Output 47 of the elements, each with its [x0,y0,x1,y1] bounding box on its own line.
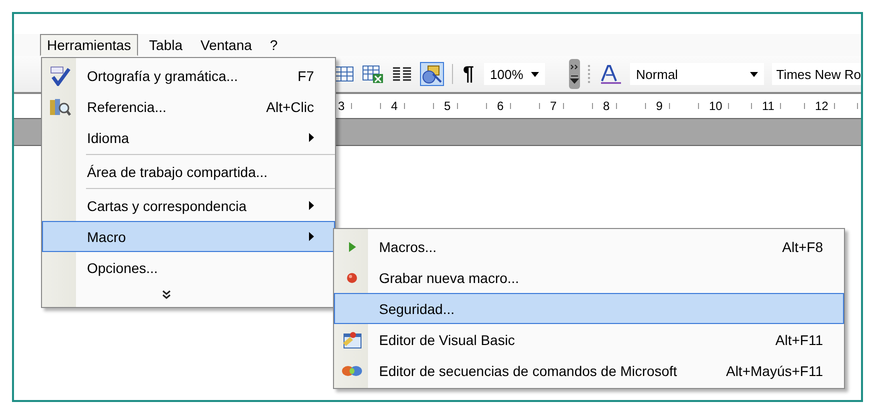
menu-item[interactable]: Editor de secuencias de comandos de Microsoft Alt+Mayús+F11 [334,355,844,386]
ruler-number: 6 [497,99,504,113]
ruler-number: 5 [444,99,451,113]
menu-item[interactable]: Opciones... [42,252,335,283]
styles-icon [600,64,622,84]
record-icon [345,270,359,284]
ruler-number: 7 [550,99,557,113]
ruler-number: 4 [391,99,398,113]
toolbar-options-button[interactable] [569,59,580,89]
dropdown-arrow-icon [750,72,758,76]
menu-item[interactable]: Área de trabajo compartida... [42,156,335,187]
menu-item[interactable]: Seguridad... [334,293,844,324]
menu-item[interactable]: Cartas y correspondencia [42,190,335,221]
spreadsheet-icon [362,64,384,84]
style-combo[interactable]: Normal [630,63,764,85]
font-combo[interactable]: Times New Ro [772,63,861,85]
menu-bar-item[interactable]: Tabla [142,34,190,56]
drawing-toolbar-button[interactable] [420,62,444,86]
menu-bar-item[interactable]: ? [262,34,285,56]
spelling-check-icon [49,66,71,86]
menu-item[interactable]: Grabar nueva macro... [334,262,844,293]
ruler-number: 10 [709,99,722,113]
shapes-icon [421,64,443,84]
menu-item[interactable]: Idioma [42,122,335,153]
menu-item[interactable]: Macros... Alt+F8 [334,231,844,262]
menu-item[interactable]: Referencia... Alt+Clic [42,91,335,122]
ruler-number: 3 [338,99,345,113]
ruler-number: 8 [603,99,610,113]
menu-bar-item[interactable]: Ventana [194,34,259,56]
chevrons-icon [570,63,580,85]
menu-item[interactable]: Editor de Visual Basic Alt+F11 [334,324,844,355]
ruler-number: 11 [762,99,774,113]
editor-window-icon [341,330,363,350]
zoom-combo[interactable]: 100% [484,63,546,85]
books-magnifier-icon [49,96,71,116]
menu-bar-item[interactable]: Herramientas [40,34,138,56]
menu-item[interactable]: Ortografía y gramática... F7 [42,60,335,91]
ruler-number: 9 [656,99,663,113]
menu-item[interactable]: Macro [42,221,335,252]
columns-icon [392,65,412,83]
zoom-value: 100% [490,66,524,82]
dropdown-arrow-icon [531,72,540,76]
font-value: Times New Ro [776,66,861,82]
style-value: Normal [636,66,678,82]
ruler-number: 12 [815,99,828,113]
expand-chevron-icon [162,290,171,298]
show-formatting-button[interactable]: ¶ [460,62,476,86]
